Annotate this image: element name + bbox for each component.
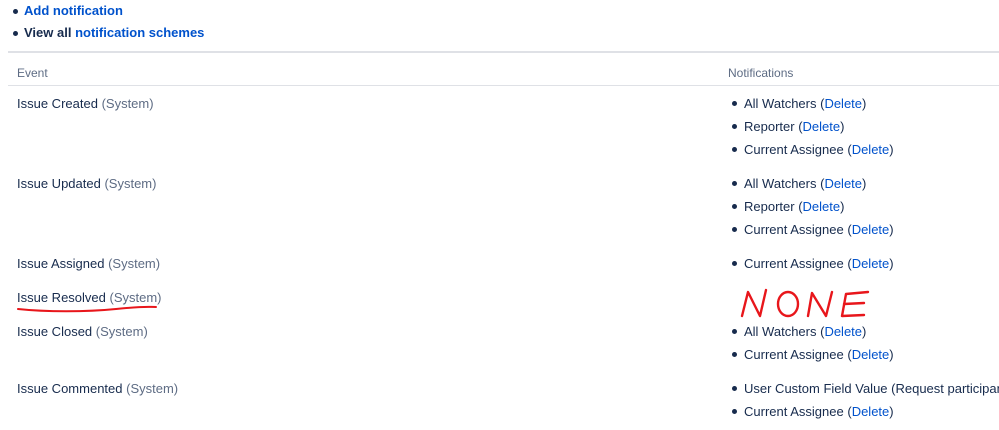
system-tag: (System) bbox=[95, 324, 148, 339]
add-notification-link[interactable]: Add notification bbox=[24, 3, 123, 18]
notification-scheme-page: Add notification View all notification s… bbox=[0, 0, 999, 430]
bullet-icon bbox=[732, 386, 737, 391]
recipient: Current Assignee bbox=[744, 347, 844, 362]
view-all-prefix: View all bbox=[24, 25, 72, 40]
delete-link[interactable]: Delete bbox=[852, 142, 890, 157]
notification-item: All Watchers (Delete) bbox=[732, 324, 894, 347]
delete-link[interactable]: Delete bbox=[824, 176, 862, 191]
action-links: Add notification View all notification s… bbox=[10, 0, 204, 44]
view-all-item: View all notification schemes bbox=[10, 22, 204, 44]
bullet-icon bbox=[732, 261, 737, 266]
recipient: Current Assignee bbox=[744, 222, 844, 237]
event-name: Issue Commented (System) bbox=[17, 381, 178, 396]
event-label: Issue Created bbox=[17, 96, 98, 111]
bullet-icon bbox=[13, 9, 18, 14]
system-tag: (System) bbox=[108, 256, 161, 271]
event-name: Issue Created (System) bbox=[17, 96, 154, 111]
delete-link[interactable]: Delete bbox=[852, 222, 890, 237]
delete-link[interactable]: Delete bbox=[852, 404, 890, 419]
bullet-icon bbox=[732, 409, 737, 414]
notification-list: All Watchers (Delete) Reporter (Delete) … bbox=[732, 176, 894, 245]
notifications-column-header: Notifications bbox=[728, 66, 794, 80]
recipient: User Custom Field Value (Request partici… bbox=[744, 381, 999, 396]
notification-item: User Custom Field Value (Request partici… bbox=[732, 381, 999, 404]
event-label: Issue Commented bbox=[17, 381, 123, 396]
bullet-icon bbox=[732, 124, 737, 129]
recipient: Reporter bbox=[744, 199, 795, 214]
delete-link[interactable]: Delete bbox=[852, 256, 890, 271]
bullet-icon bbox=[732, 329, 737, 334]
recipient: All Watchers bbox=[744, 176, 817, 191]
event-label: Issue Updated bbox=[17, 176, 101, 191]
section-divider bbox=[8, 51, 999, 53]
event-column-header: Event bbox=[17, 66, 48, 80]
recipient: All Watchers bbox=[744, 324, 817, 339]
system-tag: (System) bbox=[104, 176, 157, 191]
system-tag: (System) bbox=[126, 381, 179, 396]
delete-link[interactable]: Delete bbox=[803, 199, 841, 214]
notification-item: Current Assignee (Delete) bbox=[732, 222, 894, 245]
notification-list: All Watchers (Delete) Current Assignee (… bbox=[732, 324, 894, 370]
handwritten-none-annotation bbox=[740, 288, 870, 318]
recipient: Current Assignee bbox=[744, 142, 844, 157]
event-label: Issue Closed bbox=[17, 324, 93, 339]
bullet-icon bbox=[732, 227, 737, 232]
delete-link[interactable]: Delete bbox=[824, 324, 862, 339]
delete-link[interactable]: Delete bbox=[824, 96, 862, 111]
bullet-icon bbox=[13, 31, 18, 36]
red-underline-annotation bbox=[17, 305, 157, 313]
recipient: Current Assignee bbox=[744, 256, 844, 271]
recipient: Reporter bbox=[744, 119, 795, 134]
recipient: Current Assignee bbox=[744, 404, 844, 419]
header-divider bbox=[8, 85, 999, 86]
notification-item: Current Assignee (Delete) bbox=[732, 142, 894, 165]
notification-item: Reporter (Delete) bbox=[732, 119, 894, 142]
event-label: Issue Assigned bbox=[17, 256, 105, 271]
notification-item: Reporter (Delete) bbox=[732, 199, 894, 222]
bullet-icon bbox=[732, 147, 737, 152]
event-name: Issue Updated (System) bbox=[17, 176, 156, 191]
recipient: All Watchers bbox=[744, 96, 817, 111]
notification-list: User Custom Field Value (Request partici… bbox=[732, 381, 999, 427]
bullet-icon bbox=[732, 352, 737, 357]
bullet-icon bbox=[732, 181, 737, 186]
event-name: Issue Closed (System) bbox=[17, 324, 148, 339]
bullet-icon bbox=[732, 101, 737, 106]
add-notification-item: Add notification bbox=[10, 0, 204, 22]
delete-link[interactable]: Delete bbox=[852, 347, 890, 362]
notification-item: Current Assignee (Delete) bbox=[732, 256, 894, 279]
delete-link[interactable]: Delete bbox=[803, 119, 841, 134]
event-name: Issue Assigned (System) bbox=[17, 256, 160, 271]
notification-item: Current Assignee (Delete) bbox=[732, 347, 894, 370]
notification-item: Current Assignee (Delete) bbox=[732, 404, 999, 427]
notification-list: All Watchers (Delete) Reporter (Delete) … bbox=[732, 96, 894, 165]
notification-list: Current Assignee (Delete) bbox=[732, 256, 894, 279]
notification-item: All Watchers (Delete) bbox=[732, 96, 894, 119]
bullet-icon bbox=[732, 204, 737, 209]
notification-item: All Watchers (Delete) bbox=[732, 176, 894, 199]
notification-schemes-link[interactable]: notification schemes bbox=[75, 25, 204, 40]
system-tag: (System) bbox=[101, 96, 154, 111]
